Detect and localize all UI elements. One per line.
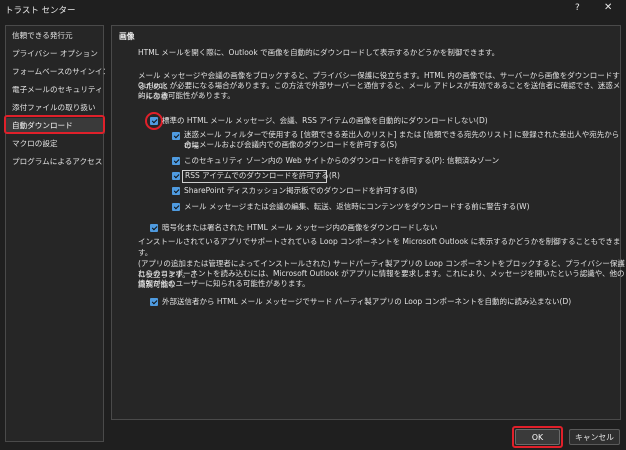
help-icon[interactable]: ? [575,3,580,13]
sidebar: 信頼できる発行元 プライバシー オプション フォームベースのサインイン 電子メー… [5,25,105,442]
label-encrypted-images: 暗号化または署名された HTML メール メッセージ内の画像をダウンロードしない [162,223,438,232]
title-bar: トラスト センター ? ✕ [0,0,626,18]
loop-intro-text: インストールされているアプリでサポートされている Loop コンポーネントを M… [138,237,621,257]
ok-highlight-box [512,426,563,448]
sidebar-item-privacy-options[interactable]: プライバシー オプション [6,46,105,62]
label-security-zone: このセキュリティ ゾーン内の Web サイトからのダウンロードを許可する(P):… [184,156,500,165]
section-title: 画像 [119,32,135,41]
close-icon[interactable]: ✕ [604,2,612,13]
checkbox-block-images[interactable] [150,117,158,125]
label-safe-senders-line-2: 合にメールおよび会議内での画像のダウンロードを許可する(S) [184,140,398,149]
checkbox-sharepoint-download[interactable] [172,187,180,195]
sidebar-item-attachment-handling[interactable]: 添付ファイルの取り扱い [6,100,105,116]
sidebar-item-programmatic-access[interactable]: プログラムによるアクセス [6,154,105,170]
sidebar-highlight-box [4,115,105,134]
sidebar-item-macro-settings[interactable]: マクロの設定 [6,136,105,152]
window-title: トラスト センター [5,6,76,16]
label-sharepoint-download: SharePoint ディスカッション掲示板でのダウンロードを許可する(B) [184,186,418,195]
sidebar-item-trusted-publishers[interactable]: 信頼できる発行元 [6,28,105,44]
loop-description-line-3: 情報が他のユーザーに知られる可能性があります。 [138,279,310,288]
label-warn-before-download: メール メッセージまたは会議の編集、転送、返信時にコンテンツをダウンロードする前… [184,202,530,211]
label-rss-download: RSS アイテムでのダウンロードを許可する(R) [185,171,340,180]
sidebar-item-email-security[interactable]: 電子メールのセキュリティ [6,82,105,98]
checkbox-warn-before-download[interactable] [172,203,180,211]
checkbox-encrypted-images[interactable] [150,224,158,232]
label-block-images: 標準の HTML メール メッセージ、会議、RSS アイテムの画像を自動的にダウ… [162,116,488,125]
cancel-button[interactable]: キャンセル [569,429,620,445]
sidebar-item-form-based-signin[interactable]: フォームベースのサインイン [6,64,105,80]
checkbox-safe-senders[interactable] [172,132,180,140]
checkbox-security-zone[interactable] [172,157,180,165]
label-loop-components: 外部送信者から HTML メール メッセージでサード パーティ製アプリの Loo… [162,297,572,306]
description-line-3: 的になる可能性があります。 [138,91,235,100]
intro-text: HTML メールを開く際に、Outlook で画像を自動的にダウンロードして表示… [138,48,500,57]
checkbox-loop-components[interactable] [150,298,158,306]
checkbox-rss-download[interactable] [172,172,180,180]
